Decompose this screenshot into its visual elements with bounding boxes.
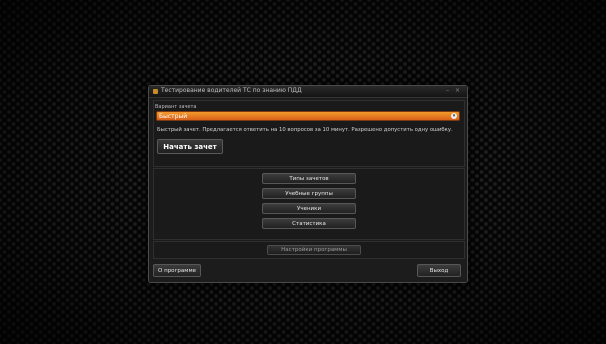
quiz-mode-select[interactable]: Быстрый ▾ — [156, 111, 460, 121]
quiz-mode-value: Быстрый — [159, 113, 188, 120]
window-controls[interactable]: – × — [446, 87, 462, 94]
about-button[interactable]: О программе — [153, 264, 201, 277]
titlebar: Тестирование водителей ТС по знанию ПДД … — [149, 86, 467, 98]
start-quiz-button[interactable]: Начать зачет — [157, 139, 223, 154]
chevron-down-icon[interactable]: ▾ — [451, 113, 457, 119]
settings-button[interactable]: Настройки программы — [267, 245, 361, 255]
window-title: Тестирование водителей ТС по знанию ПДД — [161, 87, 302, 94]
mode-label: Вариант зачета — [155, 104, 197, 110]
statistics-button[interactable]: Статистика — [262, 218, 356, 229]
exit-button[interactable]: Выход — [417, 264, 461, 277]
app-icon — [153, 89, 158, 94]
quiz-types-button[interactable]: Типы зачетов — [262, 173, 356, 184]
study-groups-button[interactable]: Учебные группы — [262, 188, 356, 199]
mode-description: Быстрый зачет. Предлагается ответить на … — [157, 127, 453, 133]
settings-panel: Настройки программы — [153, 241, 465, 259]
main-dialog: Тестирование водителей ТС по знанию ПДД … — [148, 85, 468, 283]
students-button[interactable]: Ученики — [262, 203, 356, 214]
